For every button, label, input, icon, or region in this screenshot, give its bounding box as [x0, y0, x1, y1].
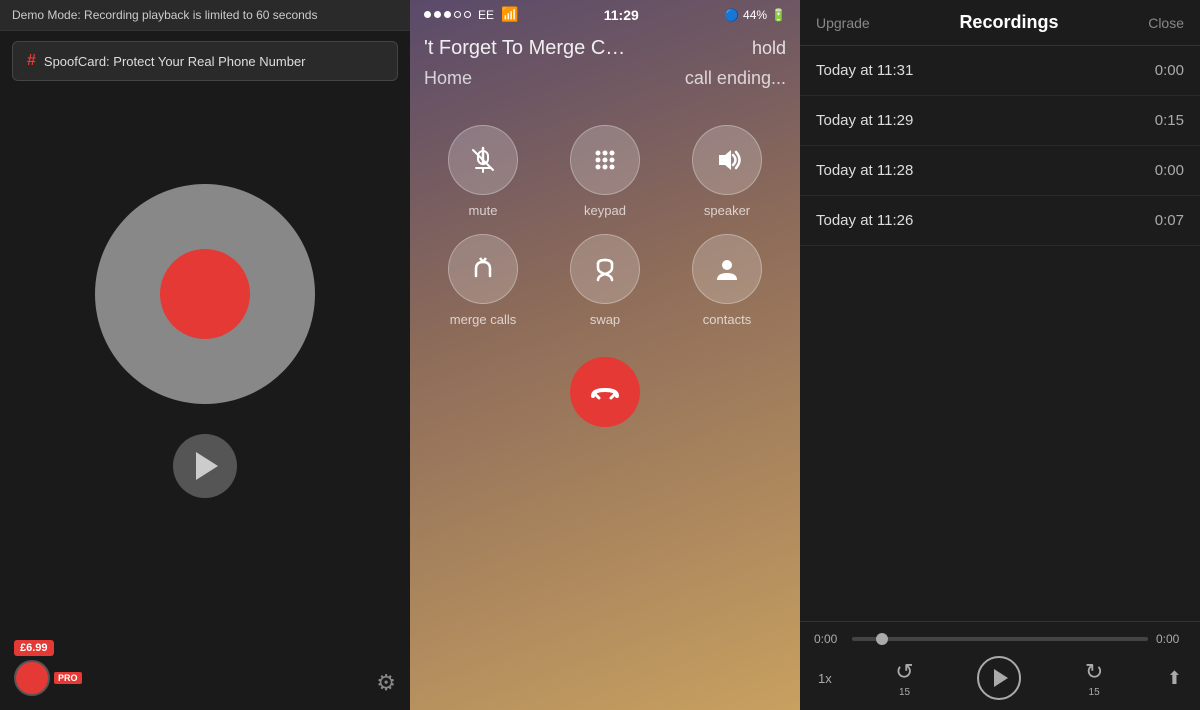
merge-calls-label: merge calls	[450, 312, 516, 327]
demo-banner: Demo Mode: Recording playback is limited…	[0, 0, 410, 31]
pro-badge-area: £6.99 PRO	[14, 640, 82, 696]
playback-bar: 0:00 0:00 1x ↺ 15 ↻ 15 ⬆	[800, 621, 1200, 710]
call-header: 't Forget To Merge C… hold Home call end…	[410, 29, 800, 95]
signal-dot-5	[464, 11, 471, 18]
recording-time-2: Today at 11:28	[816, 162, 913, 179]
swap-icon-circle	[570, 234, 640, 304]
record-dot	[160, 249, 250, 339]
recording-item[interactable]: Today at 11:31 0:00	[800, 46, 1200, 96]
playback-progress: 0:00 0:00	[814, 632, 1186, 646]
gear-icon[interactable]: ⚙	[376, 670, 396, 696]
contacts-button[interactable]: contacts	[674, 234, 780, 327]
progress-track[interactable]	[852, 637, 1148, 641]
pro-label: PRO	[54, 672, 82, 684]
playback-play-icon	[994, 669, 1008, 687]
bluetooth-icon: 🔵	[724, 8, 739, 22]
end-call-button[interactable]	[570, 357, 640, 427]
right-panel: Upgrade Recordings Close Today at 11:31 …	[800, 0, 1200, 710]
rewind-label: 15	[899, 687, 910, 698]
signal-dot-1	[424, 11, 431, 18]
recording-time-3: Today at 11:26	[816, 212, 913, 229]
mute-icon-circle	[448, 125, 518, 195]
progress-thumb[interactable]	[876, 633, 888, 645]
home-label: Home	[424, 68, 472, 89]
recording-item[interactable]: Today at 11:26 0:07	[800, 196, 1200, 246]
recording-time-1: Today at 11:29	[816, 112, 913, 129]
keypad-label: keypad	[584, 203, 626, 218]
recording-duration-2: 0:00	[1155, 162, 1184, 179]
speaker-button[interactable]: speaker	[674, 125, 780, 218]
contacts-icon-circle	[692, 234, 762, 304]
speed-button[interactable]: 1x	[818, 671, 832, 686]
end-time-label: 0:00	[1156, 632, 1186, 646]
recording-duration-0: 0:00	[1155, 62, 1184, 79]
current-time-label: 0:00	[814, 632, 844, 646]
call-controls-grid: mute keypad	[410, 95, 800, 337]
price-tag[interactable]: £6.99	[14, 640, 54, 656]
swap-label: swap	[590, 312, 620, 327]
record-area	[95, 51, 315, 630]
battery-icon: 🔋	[771, 8, 786, 22]
wifi-icon: 📶	[501, 6, 518, 23]
call-title: 't Forget To Merge C…	[424, 37, 625, 60]
merge-icon-circle	[448, 234, 518, 304]
middle-panel: EE 📶 11:29 🔵 44% 🔋 't Forget To Merge C……	[410, 0, 800, 710]
recordings-list: Today at 11:31 0:00 Today at 11:29 0:15 …	[800, 46, 1200, 621]
recording-item[interactable]: Today at 11:28 0:00	[800, 146, 1200, 196]
recording-duration-3: 0:07	[1155, 212, 1184, 229]
battery-percent: 44%	[743, 8, 767, 22]
close-button[interactable]: Close	[1148, 15, 1184, 31]
mute-button[interactable]: mute	[430, 125, 536, 218]
rewind-button[interactable]: ↺ 15	[895, 659, 913, 698]
upgrade-button[interactable]: Upgrade	[816, 15, 870, 31]
battery-area: 🔵 44% 🔋	[724, 8, 786, 22]
recording-item[interactable]: Today at 11:29 0:15	[800, 96, 1200, 146]
signal-dot-3	[444, 11, 451, 18]
record-small-icon	[14, 660, 50, 696]
mute-label: mute	[469, 203, 498, 218]
signal-area: EE 📶	[424, 6, 518, 23]
recording-time-0: Today at 11:31	[816, 62, 913, 79]
keypad-button[interactable]: keypad	[552, 125, 658, 218]
recording-duration-1: 0:15	[1155, 112, 1184, 129]
playback-play-button[interactable]	[977, 656, 1021, 700]
merge-calls-button[interactable]: merge calls	[430, 234, 536, 327]
play-button[interactable]	[173, 434, 237, 498]
share-button[interactable]: ⬆	[1167, 668, 1182, 689]
call-ending-label: call ending...	[685, 68, 786, 89]
playback-controls: 1x ↺ 15 ↻ 15 ⬆	[814, 656, 1186, 700]
recordings-header: Upgrade Recordings Close	[800, 0, 1200, 46]
signal-dot-2	[434, 11, 441, 18]
signal-dot-4	[454, 11, 461, 18]
clock: 11:29	[604, 7, 639, 23]
bottom-left-bar: £6.99 PRO ⚙	[0, 630, 410, 710]
forward-label: 15	[1089, 687, 1100, 698]
carrier-label: EE	[478, 8, 494, 22]
contacts-label: contacts	[703, 312, 751, 327]
play-icon	[196, 452, 218, 480]
hash-icon: #	[27, 52, 36, 70]
phone-content: EE 📶 11:29 🔵 44% 🔋 't Forget To Merge C……	[410, 0, 800, 710]
record-button[interactable]	[95, 184, 315, 404]
keypad-icon-circle	[570, 125, 640, 195]
speaker-icon-circle	[692, 125, 762, 195]
left-panel: Demo Mode: Recording playback is limited…	[0, 0, 410, 710]
hold-label: hold	[752, 38, 786, 59]
status-bar: EE 📶 11:29 🔵 44% 🔋	[410, 0, 800, 29]
end-call-area	[410, 357, 800, 427]
forward-button[interactable]: ↻ 15	[1085, 659, 1103, 698]
speaker-label: speaker	[704, 203, 750, 218]
swap-button[interactable]: swap	[552, 234, 658, 327]
recordings-title: Recordings	[959, 12, 1058, 33]
